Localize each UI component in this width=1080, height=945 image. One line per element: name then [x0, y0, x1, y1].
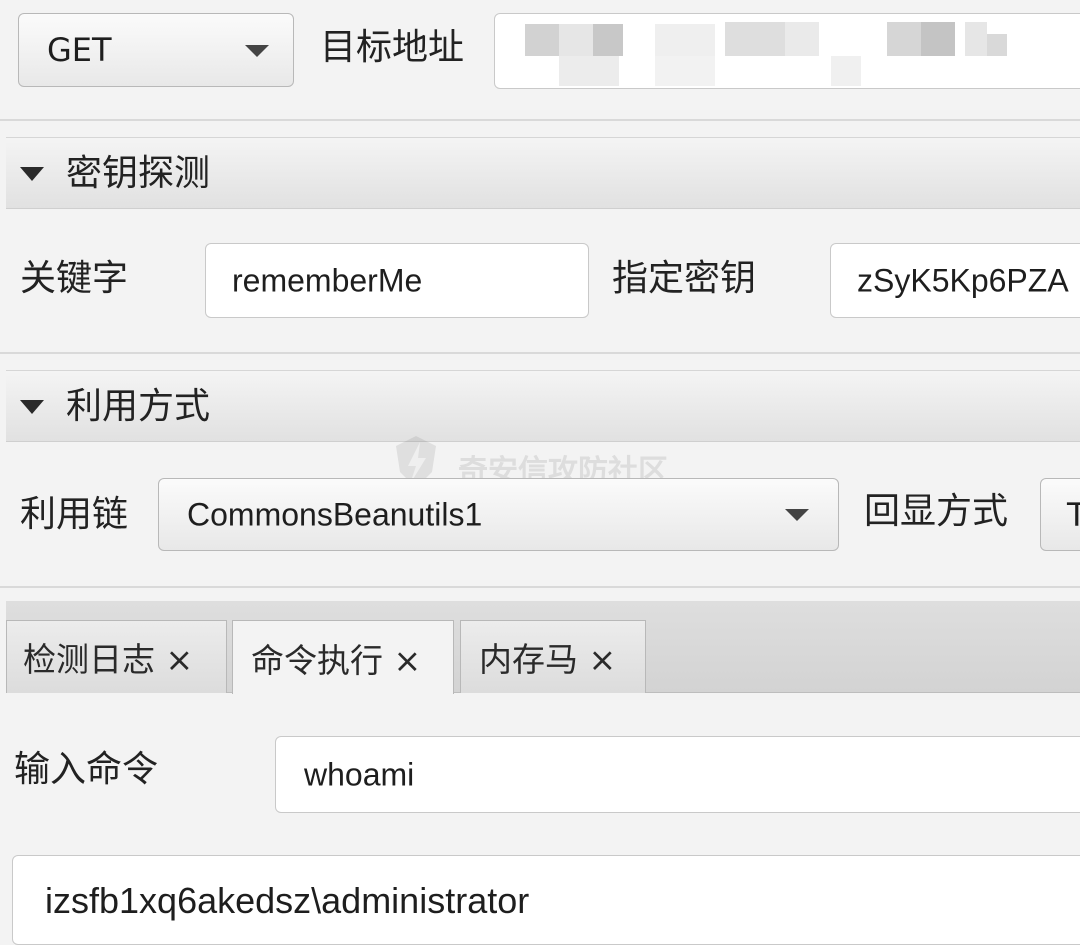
- echo-label: 回显方式: [864, 491, 1009, 532]
- divider: [0, 352, 1080, 354]
- divider: [0, 586, 1080, 588]
- echo-select[interactable]: T: [1040, 478, 1080, 551]
- echo-value: T: [1067, 495, 1080, 534]
- chevron-down-icon: [245, 45, 269, 57]
- divider: [0, 119, 1080, 121]
- tab-detect-log[interactable]: 检测日志 ×: [6, 620, 227, 693]
- keyword-label: 关键字: [20, 258, 129, 299]
- key-detect-section-header[interactable]: 密钥探测: [6, 137, 1080, 209]
- target-url-field[interactable]: [494, 13, 1080, 89]
- collapse-triangle-icon: [20, 400, 44, 414]
- exploit-title: 利用方式: [66, 386, 211, 427]
- tab-command-exec-label: 命令执行 ×: [251, 640, 422, 680]
- tab-memory-shell[interactable]: 内存马 ×: [460, 620, 646, 693]
- collapse-triangle-icon: [20, 167, 44, 181]
- key-value: zSyK5Kp6PZA: [857, 262, 1069, 298]
- chain-select[interactable]: CommonsBeanutils1: [158, 478, 839, 551]
- method-value: GET: [47, 31, 112, 69]
- command-value: whoami: [304, 756, 415, 792]
- key-detect-title: 密钥探测: [66, 153, 211, 194]
- redaction-mosaic: [495, 14, 1080, 88]
- key-input[interactable]: zSyK5Kp6PZA: [830, 243, 1080, 318]
- method-select[interactable]: GET: [18, 13, 294, 87]
- command-input[interactable]: whoami: [275, 736, 1080, 813]
- chain-label: 利用链: [20, 494, 129, 535]
- keyword-value: rememberMe: [232, 262, 423, 298]
- command-label: 输入命令: [14, 749, 159, 790]
- command-output-text: izsfb1xq6akedsz\administrator: [45, 880, 530, 921]
- chevron-down-icon: [785, 509, 809, 521]
- keyword-input[interactable]: rememberMe: [205, 243, 589, 318]
- command-output[interactable]: izsfb1xq6akedsz\administrator: [12, 855, 1080, 945]
- chain-value: CommonsBeanutils1: [187, 496, 483, 532]
- tab-memory-shell-label: 内存马 ×: [479, 640, 617, 679]
- key-label: 指定密钥: [612, 258, 757, 299]
- tab-command-exec[interactable]: 命令执行 ×: [232, 620, 454, 694]
- tab-detect-log-label: 检测日志 ×: [23, 640, 194, 679]
- target-label: 目标地址: [320, 27, 465, 68]
